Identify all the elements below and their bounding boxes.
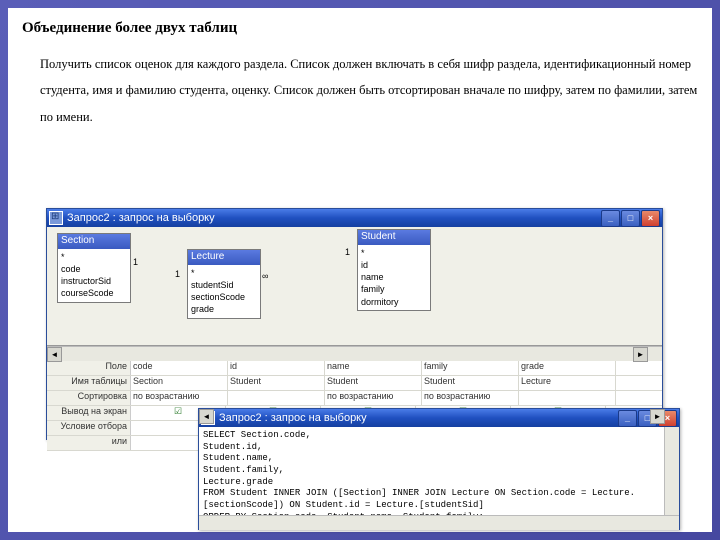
query-design-window: Запрос2 : запрос на выборку _ □ × Sectio… (46, 208, 663, 440)
description-text: Получить список оценок для каждого разде… (40, 51, 698, 130)
row-label: Условие отбора (47, 421, 131, 435)
scrollbar-v[interactable] (664, 427, 679, 515)
titlebar[interactable]: Запрос2 : запрос на выборку _ □ × (199, 409, 679, 427)
minimize-button[interactable]: _ (601, 210, 620, 227)
scrollbar-h[interactable]: ◄ ► (199, 515, 679, 530)
app-icon (49, 211, 63, 225)
table-header: Lecture (188, 250, 260, 265)
scrollbar-h[interactable]: ◄ ► (47, 346, 662, 361)
table-fields: * code instructorSid courseScode (58, 249, 130, 302)
minimize-button[interactable]: _ (618, 410, 637, 427)
row-label: Вывод на экран (47, 406, 131, 420)
window-buttons: _ □ × (618, 410, 677, 427)
table-student[interactable]: Student * id name family dormitory (357, 229, 431, 311)
row-label: Сортировка (47, 391, 131, 405)
scroll-right-icon[interactable]: ► (650, 409, 665, 424)
sql-text[interactable]: SELECT Section.code, Student.id, Student… (199, 427, 679, 515)
row-label: Поле (47, 361, 131, 375)
titlebar[interactable]: Запрос2 : запрос на выборку _ □ × (47, 209, 662, 227)
maximize-button[interactable]: □ (621, 210, 640, 227)
row-label: Имя таблицы (47, 376, 131, 390)
table-section[interactable]: Section * code instructorSid courseScode (57, 233, 131, 303)
close-button[interactable]: × (641, 210, 660, 227)
window-title: Запрос2 : запрос на выборку (219, 412, 618, 424)
scroll-right-icon[interactable]: ► (633, 347, 648, 362)
scroll-left-icon[interactable]: ◄ (199, 409, 214, 424)
query-sql-window: Запрос2 : запрос на выборку _ □ × SELECT… (198, 408, 680, 530)
window-buttons: _ □ × (601, 210, 660, 227)
table-header: Section (58, 234, 130, 249)
table-header: Student (358, 230, 430, 245)
window-title: Запрос2 : запрос на выборку (67, 212, 601, 224)
row-label: или (47, 436, 131, 450)
table-fields: * id name family dormitory (358, 245, 430, 310)
page-title: Объединение более двух таблиц (22, 20, 698, 37)
table-lecture[interactable]: Lecture * studentSid sectionScode grade (187, 249, 261, 319)
relations-pane[interactable]: Section * code instructorSid courseScode… (47, 227, 662, 346)
page: Объединение более двух таблиц Получить с… (8, 8, 712, 532)
scroll-left-icon[interactable]: ◄ (47, 347, 62, 362)
table-fields: * studentSid sectionScode grade (188, 265, 260, 318)
